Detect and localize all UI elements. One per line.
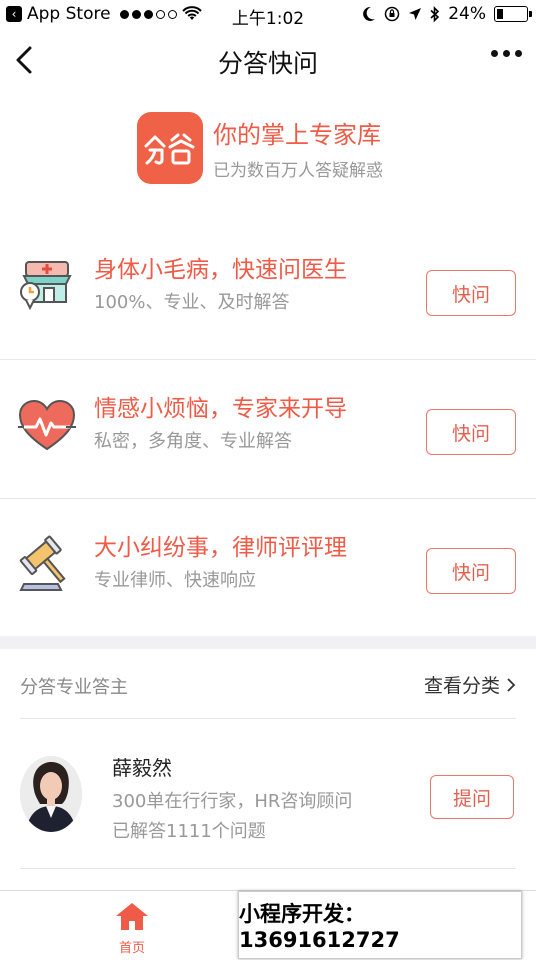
home-icon	[116, 903, 148, 930]
orientation-lock-icon	[384, 6, 400, 22]
expert-name: 薛毅然	[112, 756, 172, 780]
expert-card[interactable]: 薛毅然 300单在行行家，HR咨询顾问 已解答1111个问题 提问	[0, 720, 536, 868]
service-row-lawyer[interactable]: 大小纠纷事，律师评评理 专业律师、快速响应 快问	[0, 498, 536, 638]
expert-title: 300单在行行家，HR咨询顾问	[112, 791, 353, 812]
battery-percent: 24%	[448, 4, 486, 24]
service-title: 身体小毛病，快速问医生	[94, 257, 347, 283]
service-desc: 专业律师、快速响应	[94, 570, 256, 591]
service-desc: 私密，多角度、专业解答	[94, 431, 292, 452]
avatar	[20, 756, 82, 832]
quick-ask-button-lawyer[interactable]: 快问	[426, 548, 516, 594]
nav-bar: 分答快问	[0, 30, 536, 90]
app-logo	[137, 112, 203, 184]
status-bar: ‹ App Store 上午1:02 24%	[0, 0, 536, 30]
gavel-icon	[19, 535, 66, 591]
tab-home-label: 首页	[118, 941, 145, 956]
bluetooth-icon	[430, 5, 440, 22]
battery-icon	[494, 6, 532, 22]
clinic-icon	[20, 261, 72, 311]
brand-subtitle: 已为数百万人答疑解惑	[213, 161, 383, 181]
page-title: 分答快问	[217, 49, 318, 78]
service-title: 情感小烦恼，专家来开导	[94, 396, 347, 422]
view-categories-label: 查看分类	[423, 675, 500, 697]
location-icon	[409, 8, 422, 20]
moon-icon	[363, 6, 376, 21]
experts-section-label: 分答专业答主	[20, 677, 128, 698]
experts-section-header: 分答专业答主 查看分类	[20, 649, 516, 719]
chevron-right-icon	[507, 677, 516, 692]
screen: ‹ App Store 上午1:02 24% 分答快问 你的掌上专家库 已为数百…	[0, 0, 536, 960]
view-categories-link[interactable]: 查看分类	[424, 671, 516, 698]
more-icon[interactable]	[491, 50, 522, 57]
tab-home[interactable]: 首页	[102, 901, 162, 956]
logo-mark-icon	[144, 133, 195, 165]
brand-title: 你的掌上专家库	[213, 121, 381, 149]
brand-text: 你的掌上专家库 已为数百万人答疑解惑	[213, 115, 383, 181]
section-separator	[0, 636, 536, 649]
service-desc: 100%、专业、及时解答	[94, 292, 290, 313]
expert-answer-count: 已解答1111个问题	[112, 821, 266, 842]
quick-ask-button-emotion[interactable]: 快问	[426, 409, 516, 455]
service-title: 大小纠纷事，律师评评理	[94, 535, 347, 561]
service-row-emotion[interactable]: 情感小烦恼，专家来开导 私密，多角度、专业解答 快问	[0, 359, 536, 499]
heart-pulse-icon	[18, 399, 76, 451]
service-row-doctor[interactable]: 身体小毛病，快速问医生 100%、专业、及时解答 快问	[0, 220, 536, 360]
brand-header: 你的掌上专家库 已为数百万人答疑解惑	[137, 112, 383, 184]
promo-overlay: 小程序开发：13691612727	[238, 891, 522, 959]
ask-expert-button[interactable]: 提问	[430, 775, 514, 819]
quick-ask-button-doctor[interactable]: 快问	[426, 270, 516, 316]
divider	[20, 868, 516, 869]
status-right: 24%	[362, 4, 532, 24]
